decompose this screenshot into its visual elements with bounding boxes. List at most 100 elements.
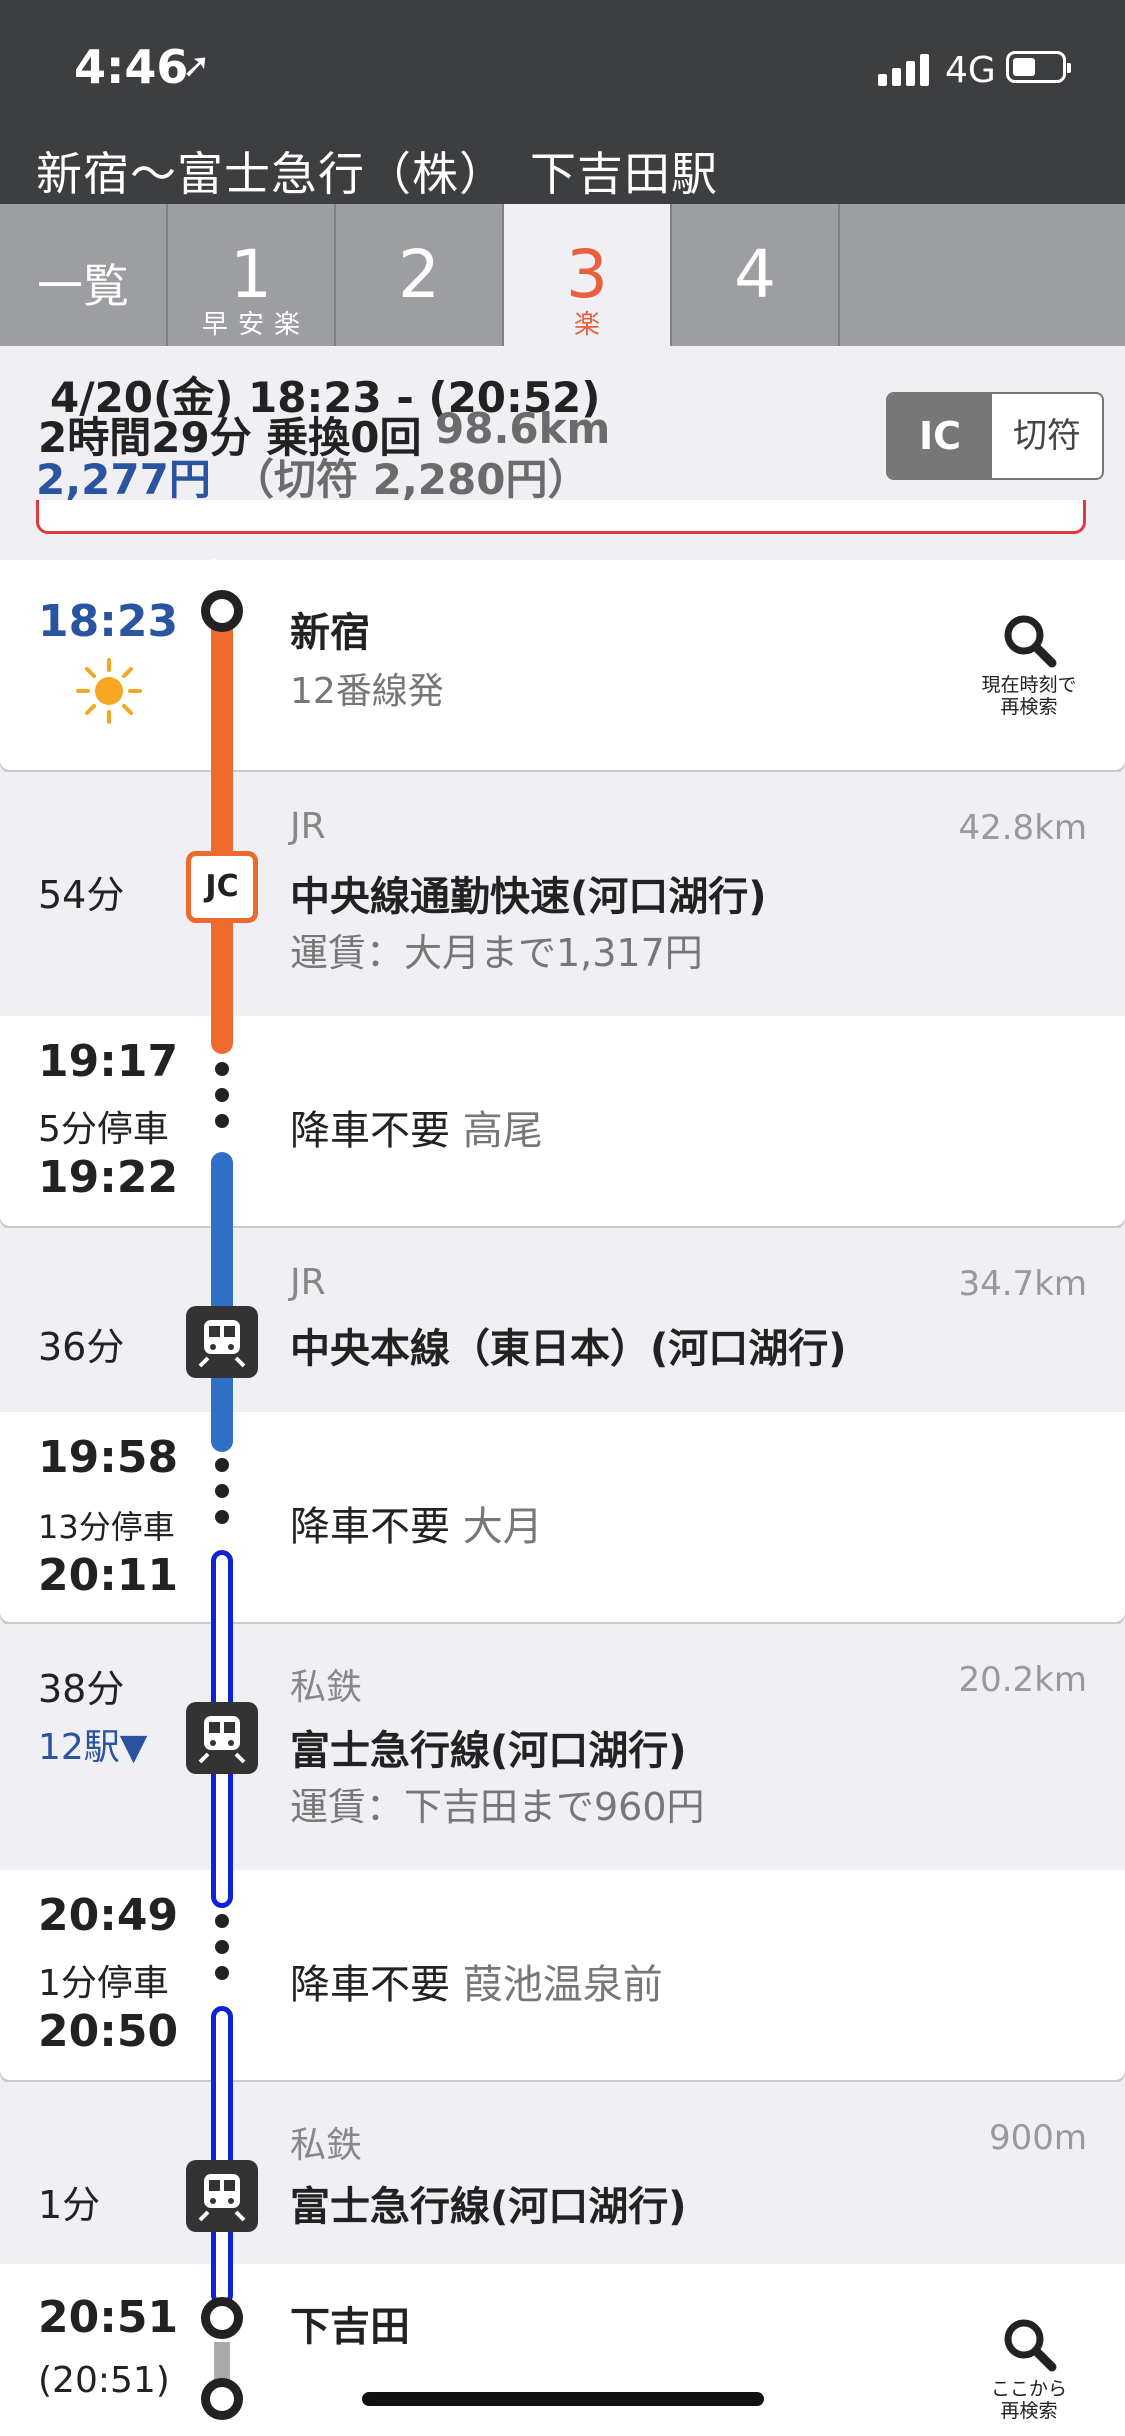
tab-label: 4 — [734, 236, 776, 313]
segment-company: JR — [290, 1262, 326, 1303]
departure-time: 19:22 — [38, 1152, 179, 1203]
segment-line-name: 中央本線（東日本）(河口湖行) — [290, 1326, 847, 1372]
train-icon — [186, 2160, 258, 2232]
tab-route-1[interactable]: 1 早安楽 — [168, 204, 336, 346]
location-arrow-icon: ➚ — [182, 46, 211, 86]
segment-duration: 38分 — [38, 1667, 125, 1711]
tab-sub-label: 早安楽 — [201, 310, 310, 340]
departure-platform: 12番線発 — [290, 671, 444, 712]
notice-banner[interactable] — [36, 500, 1086, 534]
search-icon — [1004, 615, 1057, 668]
route-dots — [214, 1458, 230, 1536]
segment-fare: 運賃：大月まで1,317円 — [290, 931, 703, 975]
intermediate-stations-toggle[interactable]: 12駅▼ — [38, 1718, 148, 1770]
arrival-time-alt: (20:51) — [38, 2360, 170, 2401]
title-bar: 新宿〜富士急行（株） 下吉田駅 — [0, 132, 1125, 204]
segment-distance: 900m — [988, 2118, 1087, 2158]
no-transfer-text: 降車不要 大月 — [290, 1494, 543, 1552]
departure-station-name: 新宿 — [290, 610, 370, 656]
tab-route-2[interactable]: 2 — [336, 204, 504, 346]
departure-time: 20:50 — [38, 2006, 179, 2057]
station-node-next — [201, 2378, 243, 2420]
search-icon — [1004, 2319, 1057, 2372]
arrival-station-name: 下吉田 — [290, 2304, 410, 2350]
tab-list[interactable]: 一覧 — [0, 204, 168, 346]
station-node-start — [201, 590, 243, 632]
segment-distance: 20.2km — [958, 1660, 1087, 1700]
departure-station-card: 18:23 新宿 12番線発 現在時刻で 再検索 — [0, 560, 1125, 770]
arrival-time: 19:17 — [38, 1036, 179, 1087]
research-now-label-2: 再検索 — [1000, 696, 1058, 718]
home-indicator[interactable] — [362, 2392, 764, 2406]
no-transfer-label: 降車不要 — [290, 1504, 450, 1550]
tab-sub-label: 楽 — [573, 310, 610, 340]
no-transfer-label: 降車不要 — [290, 1108, 450, 1154]
stop-card-yoshiike: 20:49 1分停車 20:50 降車不要 葭池温泉前 — [0, 1870, 1125, 2080]
stop-duration: 13分停車 — [38, 1508, 175, 1546]
segment-line-name: 富士急行線(河口湖行) — [290, 2184, 687, 2230]
no-transfer-text: 降車不要 高尾 — [290, 1098, 543, 1156]
cellular-signal-icon — [878, 52, 934, 86]
clock: 4:46 — [74, 40, 189, 94]
no-transfer-label: 降車不要 — [290, 1962, 450, 2008]
research-from-here-label-2: 再検索 — [1000, 2400, 1058, 2422]
stop-station-name: 大月 — [462, 1504, 543, 1550]
stop-duration: 1分停車 — [38, 1963, 169, 2004]
arrival-time: 20:49 — [38, 1890, 179, 1941]
no-transfer-text: 降車不要 葭池温泉前 — [290, 1952, 663, 2010]
segment-4[interactable]: 1分 私鉄 900m 富士急行線(河口湖行) — [0, 2082, 1125, 2264]
research-from-here-button[interactable]: ここから 再検索 — [969, 2314, 1089, 2422]
research-now-label-1: 現在時刻で — [981, 674, 1077, 696]
battery-icon — [1006, 51, 1071, 83]
departure-time: 20:11 — [38, 1550, 179, 1601]
segment-distance: 34.7km — [958, 1264, 1087, 1304]
route-dots — [214, 1062, 230, 1140]
summary-price: 2,277円 — [36, 455, 211, 504]
segment-2[interactable]: 36分 JR 34.7km 中央本線（東日本）(河口湖行) — [0, 1228, 1125, 1410]
arrival-station-card: 20:51 (20:51) 下吉田 ここから 再検索 — [0, 2264, 1125, 2436]
station-node-end — [201, 2297, 243, 2339]
segment-line-name: 中央線通勤快速(河口湖行) — [290, 874, 767, 920]
train-icon — [186, 1702, 258, 1774]
tab-pointer — [188, 558, 240, 584]
tab-label: 3 — [566, 236, 608, 313]
stop-station-name: 高尾 — [462, 1108, 543, 1154]
segment-company: 私鉄 — [290, 2125, 363, 2166]
stop-station-name: 葭池温泉前 — [462, 1962, 663, 2008]
tab-label: 2 — [398, 236, 440, 313]
sun-weather-icon — [76, 658, 142, 724]
train-icon — [186, 1306, 258, 1378]
fare-ticket-button[interactable]: 切符 — [992, 394, 1102, 478]
route-tabs: 一覧 1 早安楽 2 3 楽 4 — [0, 204, 1125, 346]
segment-duration: 36分 — [38, 1325, 125, 1369]
segment-distance: 42.8km — [958, 808, 1087, 848]
line-badge-jc: JC — [186, 851, 258, 923]
route-line-orange — [211, 600, 233, 1054]
arrival-time: 20:51 — [38, 2292, 179, 2343]
segment-line-name: 富士急行線(河口湖行) — [290, 1728, 687, 1774]
segment-fare: 運賃：下吉田まで960円 — [290, 1785, 705, 1829]
status-bar: 4:46 ➚ 4G — [0, 0, 1125, 132]
stop-card-otsuki: 19:58 13分停車 20:11 降車不要 大月 — [0, 1412, 1125, 1622]
segment-company: JR — [290, 806, 326, 847]
research-now-button[interactable]: 現在時刻で 再検索 — [969, 610, 1089, 718]
fare-type-toggle: IC 切符 — [886, 392, 1104, 480]
tab-route-3[interactable]: 3 楽 — [504, 204, 672, 346]
route-line-blue — [211, 1152, 233, 1452]
segment-duration: 1分 — [38, 2183, 101, 2227]
route-line-navy — [211, 2006, 233, 2306]
fare-ic-button[interactable]: IC — [888, 394, 992, 478]
network-type: 4G — [945, 50, 996, 91]
tab-label: 1 — [230, 236, 272, 313]
tab-label: 一覧 — [37, 259, 129, 313]
tab-route-4[interactable]: 4 — [672, 204, 840, 346]
summary-ticket-price: （切符 2,280円） — [232, 455, 590, 504]
arrival-time: 19:58 — [38, 1432, 179, 1483]
segment-company: 私鉄 — [290, 1667, 363, 1708]
segment-duration: 54分 — [38, 873, 125, 917]
segment-3[interactable]: 38分 12駅▼ 私鉄 20.2km 富士急行線(河口湖行) 運賃：下吉田まで9… — [0, 1624, 1125, 1868]
departure-time: 18:23 — [38, 596, 179, 647]
stop-card-takao: 19:17 5分停車 19:22 降車不要 高尾 — [0, 1016, 1125, 1226]
segment-1[interactable]: 54分 JR 42.8km 中央線通勤快速(河口湖行) 運賃：大月まで1,317… — [0, 772, 1125, 1014]
route-title: 新宿〜富士急行（株） 下吉田駅 — [36, 147, 718, 201]
